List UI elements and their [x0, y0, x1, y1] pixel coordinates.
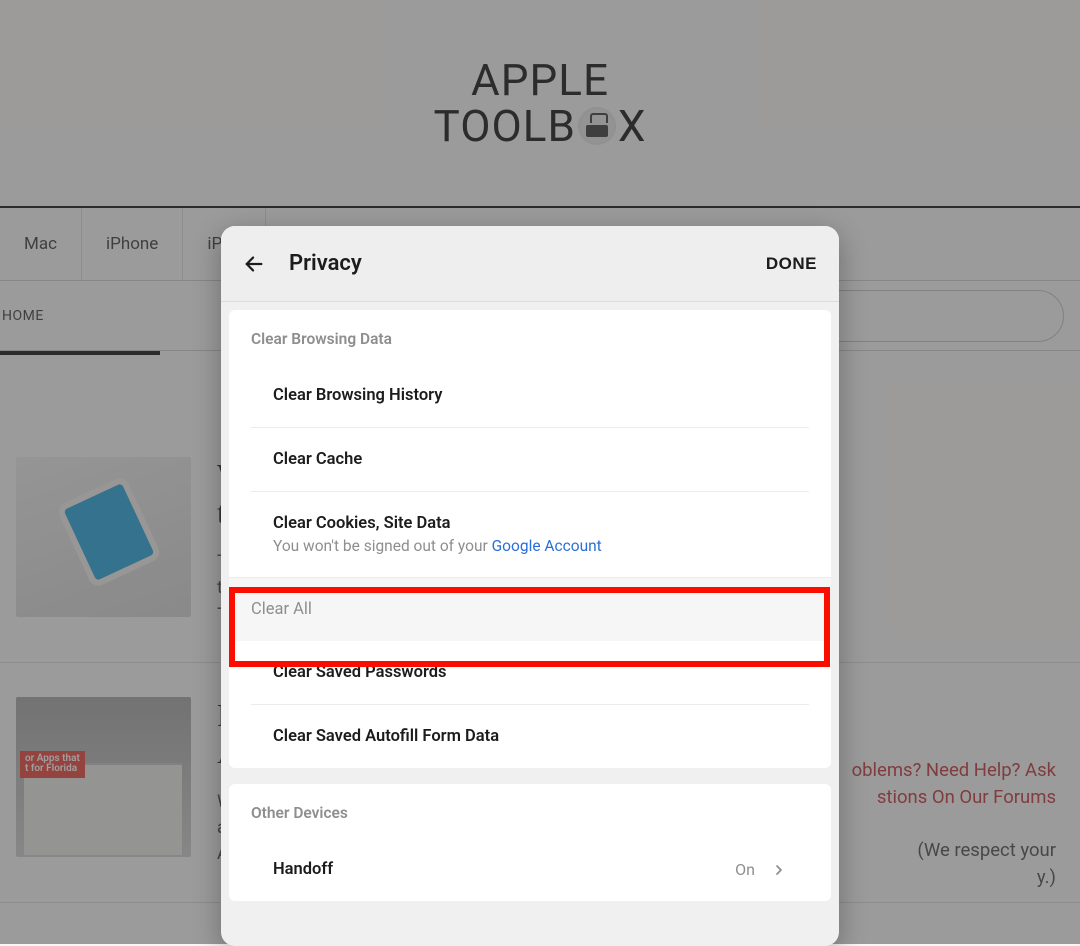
- handoff-value: On: [735, 860, 755, 879]
- back-arrow-icon[interactable]: [243, 253, 265, 275]
- chevron-right-icon: [771, 862, 787, 878]
- clear-cookies-sub: You won't be signed out of your Google A…: [273, 537, 787, 555]
- modal-header: Privacy DONE: [221, 226, 839, 302]
- section-header-other: Other Devices: [229, 784, 831, 838]
- section-header-clear: Clear Browsing Data: [229, 310, 831, 364]
- clear-cookies-label: Clear Cookies, Site Data: [273, 514, 451, 533]
- clear-autofill-row[interactable]: Clear Saved Autofill Form Data: [251, 704, 809, 768]
- clear-passwords-row[interactable]: Clear Saved Passwords: [251, 641, 809, 704]
- clear-data-section: Clear Browsing Data Clear Browsing Histo…: [229, 310, 831, 768]
- clear-history-row[interactable]: Clear Browsing History: [251, 364, 809, 427]
- done-button[interactable]: DONE: [766, 254, 817, 274]
- modal-title: Privacy: [289, 251, 742, 276]
- clear-cookies-row[interactable]: Clear Cookies, Site Data You won't be si…: [251, 491, 809, 577]
- other-devices-section: Other Devices Handoff On: [229, 784, 831, 901]
- google-account-link[interactable]: Google Account: [492, 537, 602, 555]
- clear-cache-row[interactable]: Clear Cache: [251, 427, 809, 491]
- cookies-sub-pre: You won't be signed out of your: [273, 537, 492, 555]
- privacy-modal: Privacy DONE Clear Browsing Data Clear B…: [221, 226, 839, 946]
- handoff-label: Handoff: [273, 860, 333, 879]
- clear-all-row[interactable]: Clear All: [229, 577, 831, 641]
- handoff-row[interactable]: Handoff On: [251, 838, 809, 901]
